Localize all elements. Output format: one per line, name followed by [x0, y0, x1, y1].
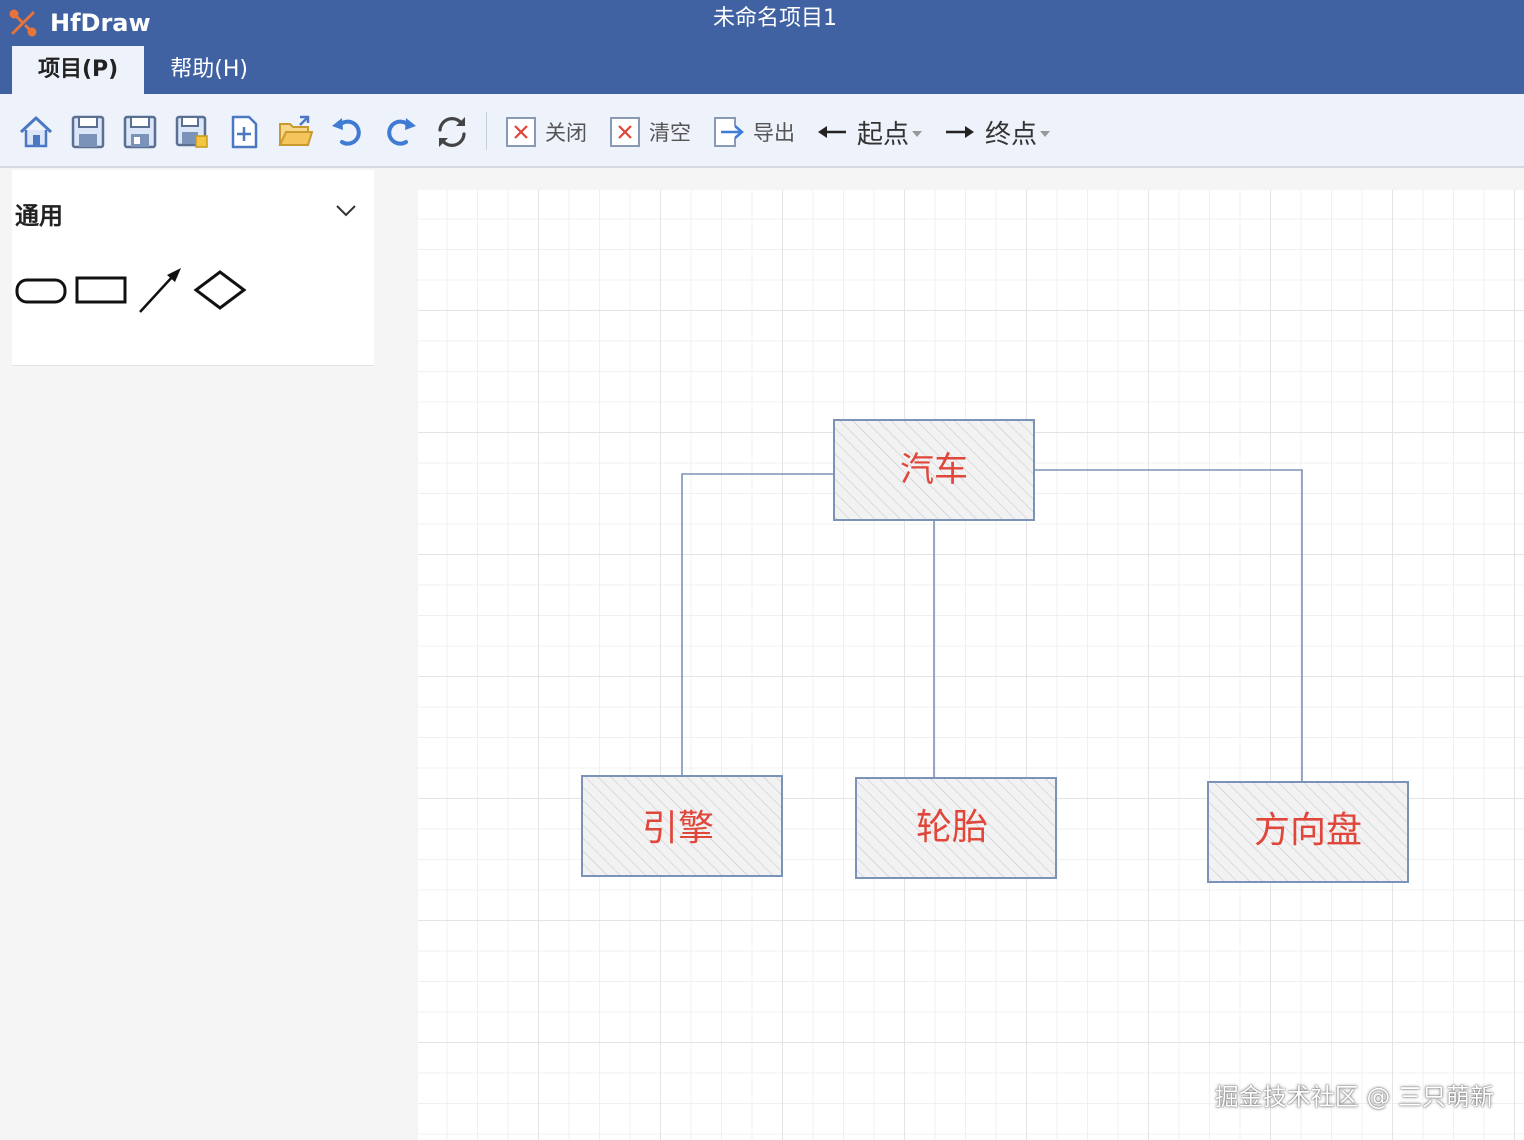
arrow-left-icon: [818, 126, 846, 138]
arrow-right-icon: [946, 126, 974, 138]
node-car-label: 汽车: [900, 450, 968, 490]
diagram: 汽车 引擎 轮胎 方向盘: [581, 419, 1409, 883]
rounded-rect-shape[interactable]: [15, 266, 67, 316]
canvas-area: 汽车 引擎 轮胎 方向盘: [394, 168, 1524, 1140]
menu-tab-project[interactable]: 项目(P): [12, 46, 145, 94]
menu-bar: 项目(P) 帮助(H): [12, 46, 274, 94]
shape-library: 通用: [12, 170, 374, 366]
chevron-down-icon: [912, 131, 923, 137]
node-car[interactable]: 汽车: [833, 419, 1035, 521]
end-point-dropdown[interactable]: 终点: [945, 114, 1051, 150]
home-icon[interactable]: [18, 114, 54, 150]
toolbar: 关闭 清空 导出 起点 终点: [0, 94, 1524, 168]
chevron-down-icon[interactable]: [334, 198, 358, 222]
open-folder-icon[interactable]: [278, 114, 314, 150]
rect-shape[interactable]: [75, 266, 127, 316]
node-engine-label: 引擎: [642, 808, 714, 849]
node-steering-wheel[interactable]: 方向盘: [1207, 781, 1409, 883]
connector-car-wheel[interactable]: [1034, 469, 1303, 782]
window-title: 未命名项目1: [713, 6, 837, 31]
end-point-label: 终点: [985, 119, 1038, 150]
save-all-icon[interactable]: [174, 114, 210, 150]
clear-button-label: 清空: [649, 121, 691, 145]
node-engine[interactable]: 引擎: [581, 775, 783, 877]
connector-car-engine[interactable]: [681, 473, 834, 776]
left-panel: 通用: [0, 168, 394, 1140]
chevron-down-icon: [1040, 131, 1051, 137]
node-wheel-label: 方向盘: [1254, 810, 1362, 851]
redo-icon[interactable]: [382, 114, 418, 150]
close-button[interactable]: 关闭: [505, 114, 587, 150]
clear-icon: [610, 117, 640, 147]
node-tire[interactable]: 轮胎: [855, 777, 1057, 879]
close-icon: [506, 117, 536, 147]
title-bar: HfDraw 未命名项目1 项目(P) 帮助(H): [0, 0, 1524, 94]
toolbar-separator: [486, 112, 487, 150]
export-icon: [714, 117, 744, 147]
drawing-canvas[interactable]: 汽车 引擎 轮胎 方向盘: [418, 190, 1524, 1140]
export-button[interactable]: 导出: [713, 114, 795, 150]
shape-group-title: 通用: [15, 202, 63, 230]
watermark: 掘金技术社区 @ 三只萌新: [1214, 1083, 1494, 1111]
close-button-label: 关闭: [545, 121, 587, 145]
start-point-label: 起点: [857, 119, 910, 150]
clear-button[interactable]: 清空: [609, 114, 691, 150]
diamond-shape[interactable]: [193, 266, 247, 316]
export-button-label: 导出: [753, 121, 795, 145]
undo-icon[interactable]: [330, 114, 366, 150]
menu-tab-help[interactable]: 帮助(H): [144, 46, 274, 94]
new-file-icon[interactable]: [226, 114, 262, 150]
save-as-icon[interactable]: [122, 114, 158, 150]
arrow-shape[interactable]: [135, 266, 187, 316]
save-icon[interactable]: [70, 114, 106, 150]
refresh-icon[interactable]: [434, 114, 470, 150]
start-point-dropdown[interactable]: 起点: [817, 114, 923, 150]
node-tire-label: 轮胎: [916, 807, 988, 848]
